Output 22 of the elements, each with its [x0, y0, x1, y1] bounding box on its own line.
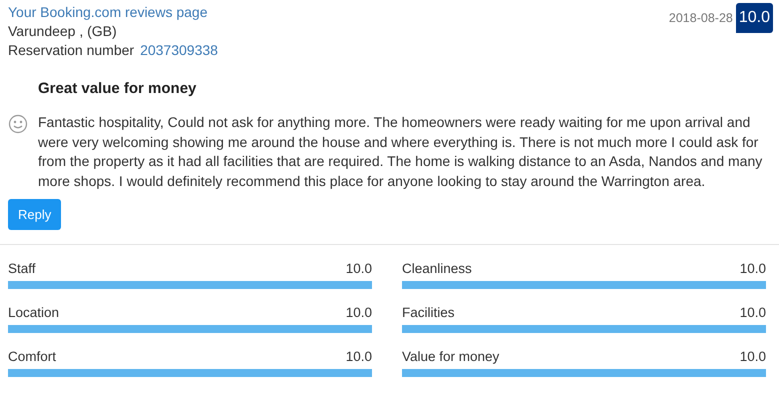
category-score: 10.0: [346, 305, 372, 320]
category-score: 10.0: [346, 261, 372, 276]
reply-button[interactable]: Reply: [8, 199, 62, 230]
category-label: Staff: [8, 261, 36, 276]
category-label: Cleanliness: [402, 261, 472, 276]
category-score: 10.0: [740, 261, 766, 276]
category-score: 10.0: [740, 349, 766, 364]
category-score: 10.0: [740, 305, 766, 320]
reviews-page-link[interactable]: Your Booking.com reviews page: [8, 3, 218, 22]
category-label: Location: [8, 305, 60, 320]
review-title: Great value for money: [38, 80, 198, 97]
guest-name: Varundeep , (GB): [8, 22, 118, 41]
category-label: Comfort: [8, 349, 56, 364]
category-label: Value for money: [402, 349, 500, 364]
score-badge: 10.0: [736, 3, 773, 33]
category-label: Facilities: [402, 305, 455, 320]
reservation-number: 2037309338: [140, 42, 218, 58]
review-text: Fantastic hospitality, Could not ask for anything more. The homeowners were ready waiting for me upon arrival and were very welcoming showing me around the house and where everything is. There is not much more I could ask for from the property as it had all facilities that are required. The home is walking distance to an Asda, Nandos and many more shops. I would definitely recommend this place for anyone looking to stay around the Warrington area.: [38, 113, 764, 191]
review-date: 2018-08-28: [668, 11, 733, 25]
smiley-icon: [8, 114, 28, 134]
category-score: 10.0: [346, 349, 372, 364]
reservation-label: Reservation number: [8, 42, 134, 58]
